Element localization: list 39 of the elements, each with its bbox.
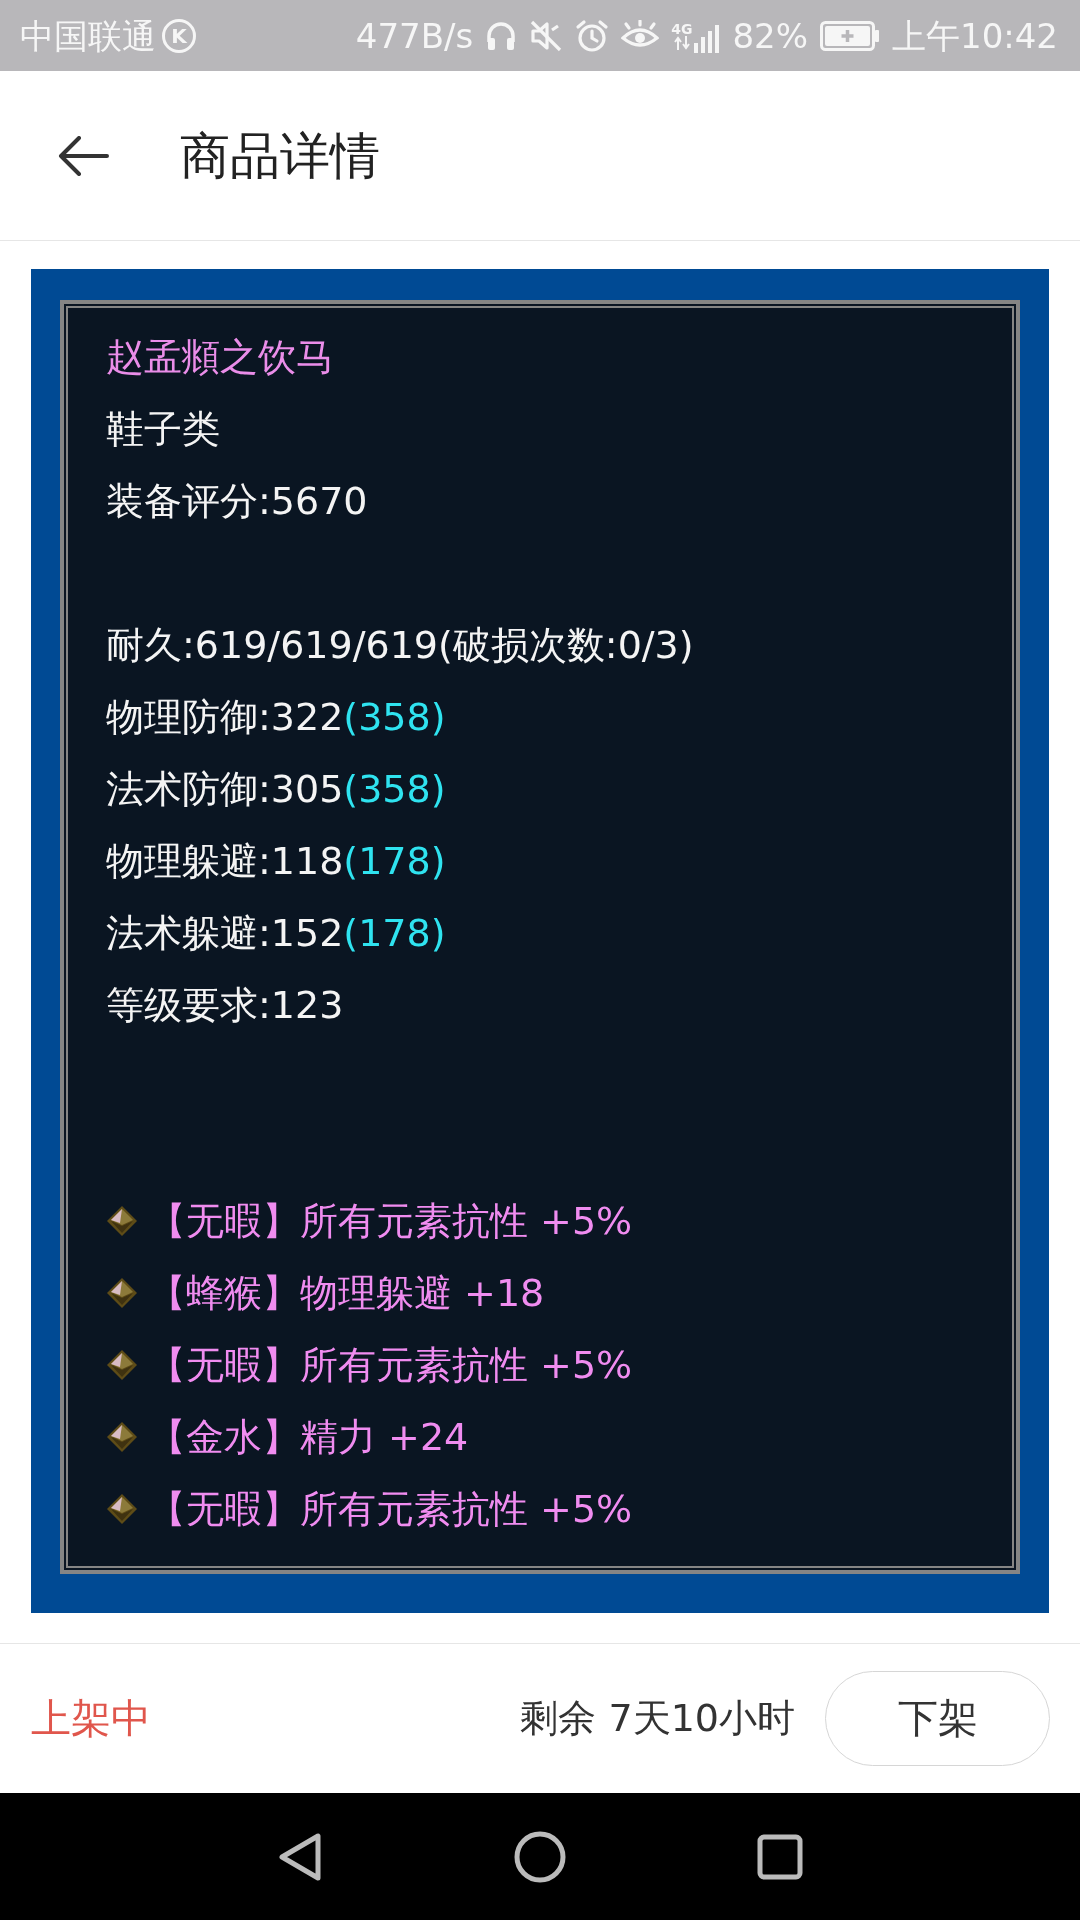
item-category: 鞋子类 xyxy=(106,406,221,453)
gem-icon xyxy=(106,1349,138,1381)
stat-line: 法术躲避:152(178) xyxy=(106,910,447,957)
gem-icon xyxy=(106,1421,138,1453)
headphones-icon xyxy=(485,19,518,52)
network-type-label: 4G xyxy=(671,21,693,36)
stat-line: 物理躲避:118(178) xyxy=(106,838,447,885)
delist-button[interactable]: 下架 xyxy=(825,1671,1050,1766)
stat-line: 法术防御:305(358) xyxy=(106,766,447,813)
page-title: 商品详情 xyxy=(180,125,380,186)
back-arrow-icon xyxy=(57,135,109,176)
triangle-back-icon xyxy=(278,1831,322,1882)
durability-line: 耐久:619/619/619(破损次数:0/3) xyxy=(106,622,695,669)
gem-icon xyxy=(106,1277,138,1309)
gem-icon xyxy=(106,1205,138,1237)
charging-battery-icon xyxy=(820,20,880,51)
listing-status: 上架中 xyxy=(31,1694,151,1743)
mute-icon xyxy=(529,18,564,53)
gem-icon xyxy=(106,1493,138,1525)
square-recents-icon xyxy=(757,1833,803,1880)
carrier-name: 中国联通 xyxy=(20,18,156,53)
gem-effect: 【无暇】所有元素抗性 +5% xyxy=(148,1342,633,1389)
back-button[interactable] xyxy=(56,133,110,178)
gem-effect: 【无暇】所有元素抗性 +5% xyxy=(148,1198,633,1245)
remaining-time: 剩余 7天10小时 xyxy=(520,1695,795,1742)
data-arrows-icon xyxy=(673,35,690,50)
alarm-clock-icon xyxy=(575,18,610,53)
battery-percentage: 82% xyxy=(732,18,808,53)
clock-time: 上午10:42 xyxy=(892,18,1058,53)
gem-effect: 【无暇】所有元素抗性 +5% xyxy=(148,1486,633,1533)
network-speed: 477B/s xyxy=(355,18,474,53)
circle-home-icon xyxy=(514,1830,566,1883)
level-requirement: 等级要求:123 xyxy=(106,982,345,1029)
gem-effect: 【蜂猴】物理躲避 +18 xyxy=(148,1270,545,1317)
gem-effect: 【金水】精力 +24 xyxy=(148,1414,469,1461)
carrier-badge: K xyxy=(162,18,196,53)
item-score: 装备评分:5670 xyxy=(106,478,369,525)
item-name: 赵孟頫之饮马 xyxy=(106,334,335,381)
stat-line: 物理防御:322(358) xyxy=(106,694,447,741)
